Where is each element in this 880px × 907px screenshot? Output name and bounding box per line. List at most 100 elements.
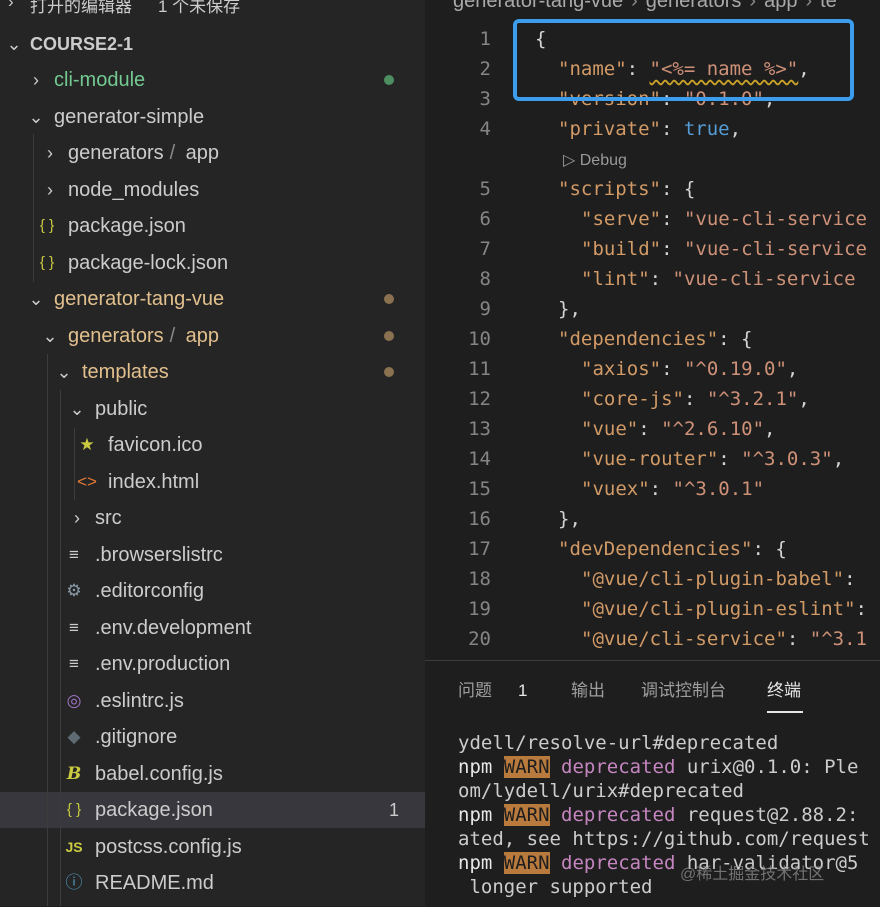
line-number: 10 [468,328,491,350]
tree-item-label: generators [68,324,164,347]
chevron-down-icon: ⌄ [6,34,22,54]
tree-item-label: generator-simple [54,105,205,128]
code-line[interactable]: 14 "vue-router": "^3.0.3", [425,444,880,474]
terminal-token: WARN [503,852,550,874]
code-line[interactable]: 16}, [425,504,880,534]
panel-tab[interactable]: 调试控制台 [641,675,726,707]
terminal-line: om/lydell/urix#deprecated [458,779,880,803]
tree-item[interactable]: › src [0,500,425,536]
tree-item-label: generator-tang-vue [54,288,225,310]
tree-item[interactable]: ≡ .env.development [0,610,425,646]
indent-guide [33,134,34,282]
active-tab-indicator [767,711,803,713]
tree-item[interactable]: ⌄ templates [0,354,425,390]
tree-item[interactable]: <> index.html [0,464,425,500]
code-token: : [786,628,810,650]
code-token: "core-js" [581,388,684,410]
lines-icon: ≡ [69,544,79,564]
tree-item-label: public [95,397,148,420]
terminal-token: npm [458,756,493,778]
tree-item[interactable]: ⌄ generator-tang-vue [0,281,425,317]
terminal-line: npm WARN deprecated request@2.88.2: [458,803,880,827]
tree-item[interactable]: › generators / app [0,135,425,171]
panel-tab[interactable]: 输出 [571,675,605,707]
tree-item[interactable]: ⓘ README.md [0,865,425,901]
code-token: : [718,448,742,470]
code-token: : [661,208,684,230]
breadcrumb-item[interactable]: te [820,0,837,12]
html-icon: <> [77,471,97,491]
code-token: : [683,388,707,410]
annotation-highlight-box [513,19,854,101]
code-line[interactable]: 18 "@vue/cli-plugin-babel": [425,564,880,594]
open-editors-header[interactable]: › 打开的编辑器 1 个未保存 [0,0,425,18]
code-line[interactable]: 13 "vue": "^2.6.10", [425,414,880,444]
debug-codelens[interactable]: ▷ Debug [563,150,627,170]
code-text: "core-js": "^3.2.1", [581,384,810,414]
terminal-token: npm [458,804,493,826]
code-text: "@vue/cli-plugin-eslint": [581,594,867,624]
path-separator: / [169,142,176,164]
tree-item[interactable]: { } package-lock.json [0,245,425,281]
tree-item[interactable]: › cli-module [0,62,425,98]
tree-item[interactable]: ★ favicon.ico [0,427,425,463]
code-token: : { [718,328,753,350]
terminal-line: ated, see https://github.com/request [458,827,880,851]
babel-icon: B [66,763,82,784]
code-line[interactable]: 7 "build": "vue-cli-service [425,234,880,264]
code-line[interactable]: 11 "axios": "^0.19.0", [425,354,880,384]
panel-tab[interactable]: 问题 [458,675,492,707]
panel-tab[interactable]: 终端 [767,675,801,707]
code-line[interactable]: 8 "lint": "vue-cli-service [425,264,880,294]
code-token: , [798,388,810,410]
code-line[interactable]: 10 "dependencies": { [425,324,880,354]
json-icon: { } [66,801,82,818]
code-line[interactable]: 20 "@vue/cli-service": "^3.1 [425,624,880,654]
code-line[interactable]: 12 "core-js": "^3.2.1", [425,384,880,414]
tree-item[interactable]: { } package.json 1 [0,792,425,828]
tree-item[interactable]: ⚙ .editorconfig [0,573,425,609]
tree-item[interactable]: { } package.json [0,208,425,244]
tree-item[interactable]: ⌄ generator-simple [0,99,425,135]
code-text: "scripts": { [558,174,695,204]
tree-item[interactable]: › node_modules [0,172,425,208]
code-text: "devDependencies": { [558,534,787,564]
code-token: "^3.1 [809,628,867,650]
tree-item[interactable]: Bbabel.config.js [0,756,425,792]
breadcrumb-item[interactable]: generator-tang-vue [453,0,623,12]
line-number: 2 [479,58,491,80]
code-line[interactable]: 19 "@vue/cli-plugin-eslint": [425,594,880,624]
breadcrumb-item[interactable]: generators [646,0,742,12]
panel-tabs: 问题 1 输出 调试控制台 终端 [425,675,880,715]
tree-item[interactable]: ◎ .eslintrc.js [0,683,425,719]
line-number: 18 [468,568,491,590]
code-text: "@vue/cli-service": "^3.1 [581,624,867,654]
terminal-token: ated, see https://github.com/request [458,828,870,850]
unsaved-count-label: 1 个未保存 [158,0,241,16]
eslint-icon: ◎ [66,690,82,710]
tree-item[interactable]: ⌄ public [0,391,425,427]
tree-item[interactable]: ≡ .browserslistrc [0,537,425,573]
code-token: : [638,418,662,440]
code-token: , [786,358,799,380]
line-number: 19 [468,598,491,620]
code-line[interactable]: 15 "vuex": "^3.0.1" [425,474,880,504]
code-line[interactable]: 9}, [425,294,880,324]
workspace-root[interactable]: ⌄ COURSE2-1 [0,26,425,62]
code-line[interactable]: 17 "devDependencies": { [425,534,880,564]
code-line[interactable]: 5 "scripts": { [425,174,880,204]
problems-count-badge: 1 [518,681,528,700]
code-token: "vue-cli-service [683,238,867,260]
tree-item[interactable]: JS postcss.config.js [0,829,425,865]
code-line[interactable]: 6 "serve": "vue-cli-service [425,204,880,234]
tree-item[interactable]: ⌄ generators / app [0,318,425,354]
code-line[interactable]: 4 "private": true, [425,114,880,144]
tree-item[interactable]: ≡ .env.production [0,646,425,682]
tree-item-label: generators [68,142,164,164]
tree-item[interactable]: ◆ .gitignore [0,719,425,755]
code-token: , [764,418,776,440]
breadcrumb-item[interactable]: app [764,0,797,12]
